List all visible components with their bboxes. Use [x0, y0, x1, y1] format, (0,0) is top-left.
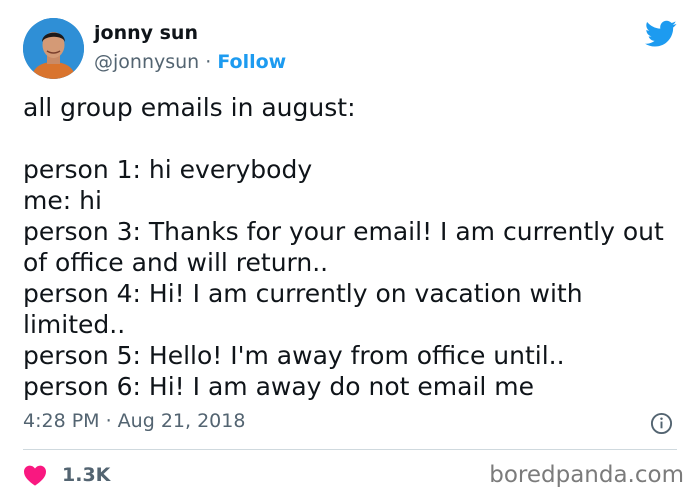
tweet-line: of office and will return.. [23, 248, 329, 277]
tweet-line: person 5: Hello! I'm away from office un… [23, 341, 565, 370]
like-button[interactable]: 1.3K [23, 460, 110, 490]
divider [23, 449, 677, 450]
tweet-line: me: hi [23, 186, 102, 215]
avatar[interactable] [23, 18, 84, 79]
tweet-text: all group emails in august: person 1: hi… [23, 92, 688, 402]
info-icon[interactable] [650, 412, 673, 435]
tweet-line: all group emails in august: [23, 93, 356, 122]
tweet-line: limited.. [23, 310, 126, 339]
heart-icon [24, 465, 46, 486]
follow-button[interactable]: Follow [217, 51, 286, 73]
author-handle[interactable]: @jonnysun [94, 51, 199, 73]
twitter-bird-icon[interactable] [645, 20, 677, 48]
like-count: 1.3K [62, 464, 111, 486]
boredpanda-watermark: boredpanda.com [489, 462, 684, 488]
tweet-line: person 1: hi everybody [23, 155, 313, 184]
author-display-name[interactable]: jonny sun [94, 22, 198, 44]
tweet-line: person 4: Hi! I am currently on vacation… [23, 279, 583, 308]
tweet-timestamp[interactable]: 4:28 PM · Aug 21, 2018 [23, 410, 245, 432]
tweet-line: person 3: Thanks for your email! I am cu… [23, 217, 664, 246]
tweet-card: jonny sun @jonnysun · Follow all group e… [0, 0, 700, 502]
author-handle-row: @jonnysun · Follow [94, 51, 286, 73]
handle-separator: · [199, 51, 218, 73]
tweet-line: person 6: Hi! I am away do not email me [23, 372, 535, 401]
